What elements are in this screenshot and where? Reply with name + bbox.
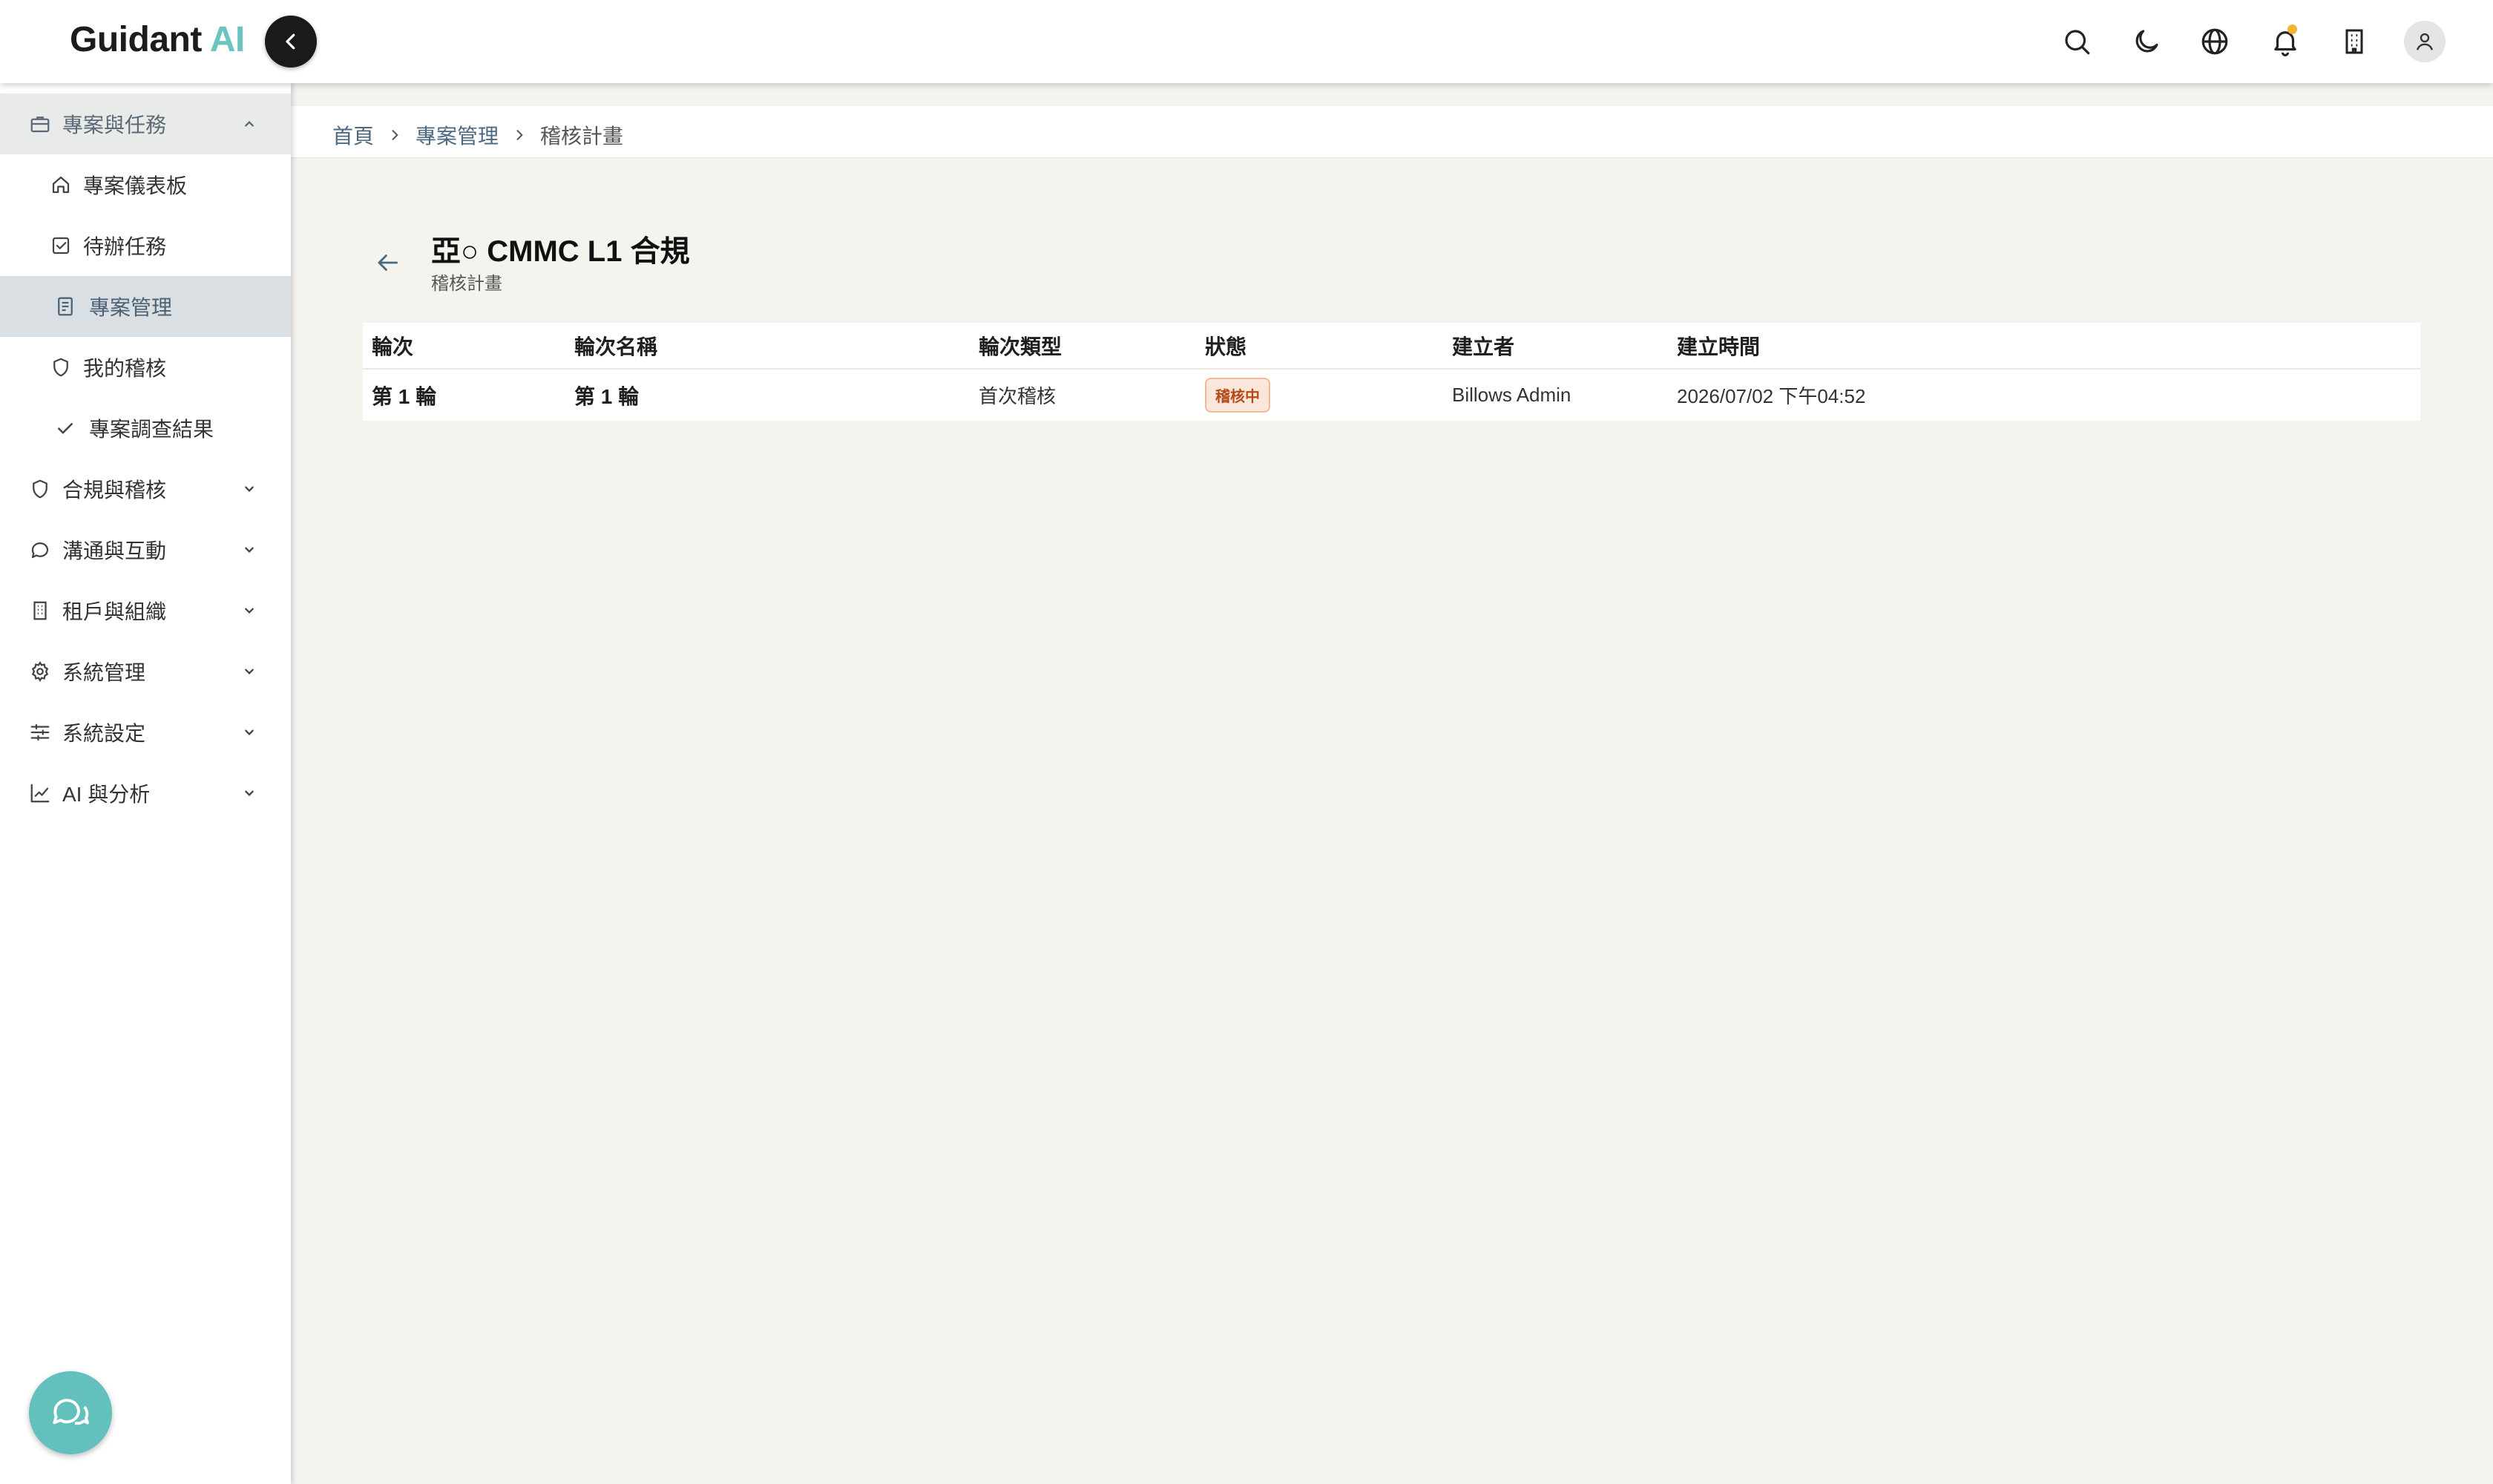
- sidebar-section-label: 系統管理: [62, 661, 146, 684]
- breadcrumb-project-management[interactable]: 專案管理: [416, 120, 499, 150]
- sidebar-section-compliance[interactable]: 合規與稽核: [0, 459, 291, 519]
- sidebar-item-project-management[interactable]: 專案管理: [0, 276, 291, 337]
- column-header-creator[interactable]: 建立者: [1443, 323, 1668, 370]
- chevron-left-icon: [280, 30, 302, 53]
- cell-round: 第 1 輪: [372, 384, 437, 408]
- sidebar-section-tenants[interactable]: 租戶與組織: [0, 580, 291, 641]
- document-icon: [53, 295, 77, 318]
- globe-icon: [2199, 26, 2230, 57]
- gear-icon: [28, 660, 52, 683]
- sidebar-section-label: 系統設定: [62, 722, 146, 745]
- sidebar-section-communication[interactable]: 溝通與互動: [0, 519, 291, 580]
- column-header-status[interactable]: 狀態: [1196, 323, 1443, 370]
- column-header-created-at[interactable]: 建立時間: [1668, 323, 2420, 370]
- chevron-right-icon: [512, 128, 527, 142]
- avatar: [2404, 21, 2446, 62]
- moon-icon: [2131, 26, 2162, 57]
- user-menu-button[interactable]: [2402, 19, 2447, 64]
- chevron-down-icon: [239, 661, 260, 682]
- sidebar-section-system-settings[interactable]: 系統設定: [0, 702, 291, 763]
- breadcrumb-bar: 首頁 專案管理 稽核計畫: [291, 106, 2493, 158]
- cell-round-type: 首次稽核: [979, 385, 1057, 407]
- cell-status: 稽核中: [1196, 369, 1443, 421]
- sidebar-section-label: 租戶與組織: [62, 600, 167, 623]
- checkbox-icon: [49, 234, 73, 257]
- table-header-row: 輪次 輪次名稱 輪次類型 狀態 建立者 建立時間: [363, 323, 2420, 370]
- sidebar-item-label: 待辦任務: [83, 235, 167, 258]
- sidebar-section-label: 合規與稽核: [62, 479, 167, 502]
- sidebar-item-label: 專案調查結果: [89, 418, 214, 441]
- app-logo[interactable]: Guidant AI: [70, 19, 245, 60]
- sidebar-item-label: 專案管理: [89, 296, 173, 319]
- sidebar-item-my-audits[interactable]: 我的稽核: [0, 337, 291, 398]
- chevron-down-icon: [239, 722, 260, 743]
- audit-rounds-table: 輪次 輪次名稱 輪次類型 狀態 建立者 建立時間 第 1 輪 第 1 輪 首次稽…: [363, 323, 2420, 421]
- sidebar-item-project-dashboard[interactable]: 專案儀表板: [0, 154, 291, 215]
- briefcase-icon: [28, 112, 52, 136]
- chevron-right-icon: [387, 128, 402, 142]
- check-icon: [53, 416, 77, 440]
- organization-button[interactable]: [2332, 19, 2377, 64]
- cell-round-name: 第 1 輪: [574, 384, 640, 408]
- chat-bubbles-icon: [49, 1391, 92, 1434]
- sidebar-item-project-findings[interactable]: 專案調查結果: [0, 398, 291, 459]
- notifications-button[interactable]: [2263, 19, 2308, 64]
- column-header-round-name[interactable]: 輪次名稱: [565, 323, 970, 370]
- back-button[interactable]: [369, 245, 405, 280]
- chat-icon: [28, 538, 52, 562]
- building-icon: [2339, 27, 2369, 56]
- sidebar-section-ai-analytics[interactable]: AI 與分析: [0, 763, 291, 824]
- sliders-icon: [28, 720, 52, 744]
- table-row[interactable]: 第 1 輪 第 1 輪 首次稽核 稽核中 Billows Admin 2026/…: [363, 369, 2420, 421]
- breadcrumb: 首頁 專案管理 稽核計畫: [332, 120, 623, 150]
- chevron-down-icon: [239, 479, 260, 499]
- chevron-down-icon: [239, 783, 260, 804]
- page-subtitle: 稽核計畫: [431, 274, 502, 294]
- theme-toggle-button[interactable]: [2124, 19, 2169, 64]
- page-title: 亞○ CMMC L1 合規: [431, 235, 690, 268]
- sidebar-section-label: 專案與任務: [62, 114, 167, 137]
- shield-icon: [28, 477, 52, 501]
- sidebar-section-projects[interactable]: 專案與任務: [0, 93, 291, 154]
- breadcrumb-current: 稽核計畫: [540, 125, 624, 148]
- sidebar-section-label: 溝通與互動: [62, 539, 167, 562]
- breadcrumb-home[interactable]: 首頁: [332, 120, 374, 150]
- chat-assistant-button[interactable]: [29, 1371, 112, 1454]
- column-header-round[interactable]: 輪次: [363, 323, 565, 370]
- sidebar-item-todo-tasks[interactable]: 待辦任務: [0, 215, 291, 276]
- sidebar-section-system-admin[interactable]: 系統管理: [0, 641, 291, 702]
- building-icon: [28, 599, 52, 623]
- home-icon: [49, 173, 73, 197]
- chevron-down-icon: [239, 600, 260, 621]
- sidebar: 專案與任務 專案儀表板 待辦任務 專案管理 我的稽核 專案調查結果 合規與稽核 …: [0, 83, 291, 1484]
- chart-line-icon: [28, 781, 52, 805]
- sidebar-item-label: 我的稽核: [83, 357, 167, 380]
- status-badge[interactable]: 稽核中: [1205, 378, 1270, 413]
- column-header-round-type[interactable]: 輪次類型: [970, 323, 1196, 370]
- search-icon: [2061, 26, 2092, 57]
- logo-accent: AI: [209, 20, 246, 59]
- user-icon: [2414, 30, 2436, 53]
- cell-created-at: 2026/07/02 下午04:52: [1677, 385, 1866, 407]
- cell-creator: Billows Admin: [1452, 384, 1571, 406]
- shield-icon: [49, 355, 73, 379]
- notification-dot: [2287, 24, 2297, 34]
- chevron-up-icon: [239, 114, 260, 134]
- logo-text: Guidant: [70, 20, 202, 59]
- language-button[interactable]: [2193, 19, 2237, 64]
- chevron-down-icon: [239, 539, 260, 560]
- sidebar-section-label: AI 與分析: [62, 783, 151, 806]
- sidebar-item-label: 專案儀表板: [83, 174, 188, 197]
- arrow-left-icon: [373, 249, 401, 277]
- collapse-sidebar-button[interactable]: [265, 16, 317, 68]
- top-header: Guidant AI: [0, 0, 2493, 83]
- search-button[interactable]: [2054, 19, 2099, 64]
